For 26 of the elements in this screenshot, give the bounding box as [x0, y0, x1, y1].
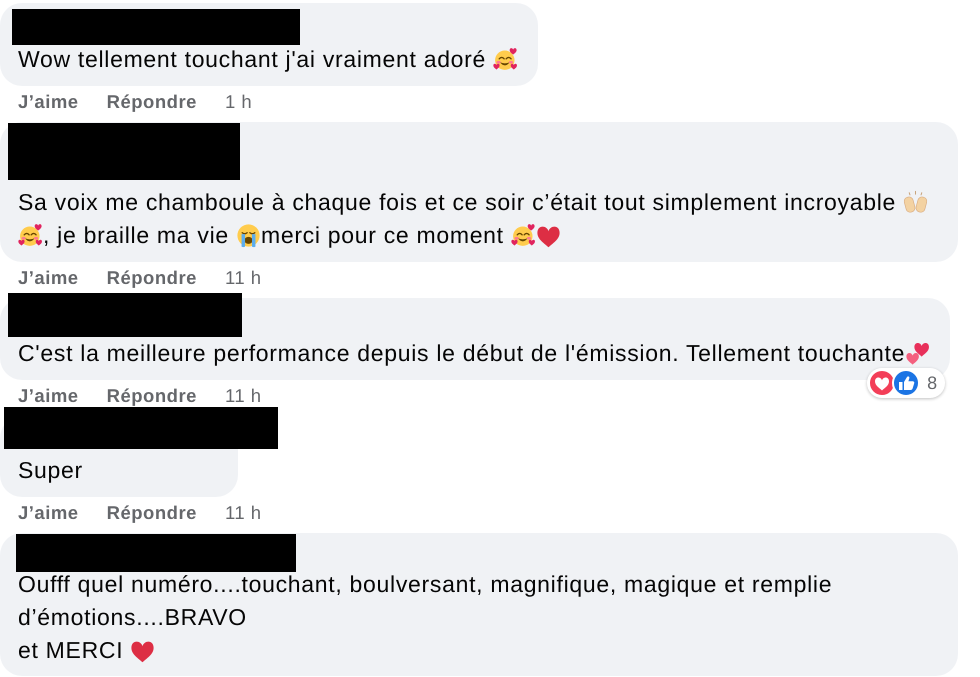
raised-hands-icon: [903, 190, 928, 215]
comment-time: 11 h: [224, 386, 262, 406]
reply-link[interactable]: Répondre: [106, 503, 197, 523]
like-link[interactable]: J’aime: [18, 386, 79, 406]
reaction-count: 8: [927, 372, 938, 394]
crying-face-icon: [236, 223, 261, 248]
reply-link[interactable]: Répondre: [106, 268, 197, 288]
comment-text: Oufff quel numéro....touchant, boulversant, magnifique, magique et remplie d’émotions....BRAVO et MERCI: [18, 570, 834, 665]
reactions-badge[interactable]: 8: [867, 368, 946, 398]
comment-text: Super: [18, 456, 84, 485]
reply-link[interactable]: Répondre: [106, 386, 197, 406]
like-link[interactable]: J’aime: [18, 268, 79, 288]
comment-time: 11 h: [224, 268, 262, 288]
smiling-face-hearts-icon: [493, 47, 518, 72]
comment-time: 11 h: [224, 503, 262, 523]
like-link[interactable]: J’aime: [18, 503, 79, 523]
thumbs-up-icon: [892, 369, 920, 397]
like-link[interactable]: J’aime: [18, 92, 79, 112]
smiling-face-hearts-icon: [510, 223, 536, 248]
two-hearts-icon: [905, 341, 930, 366]
smiling-face-hearts-icon: [18, 223, 43, 248]
reply-link[interactable]: Répondre: [106, 92, 197, 112]
comment-time: 1 h: [224, 92, 252, 112]
comment-text: Sa voix me chamboule à chaque fois et ce soir c’était tout simplement incroyable , je braille ma vie merci pour ce moment: [18, 186, 938, 252]
comment-text: C'est la meilleure performance depuis le début de l'émission. Tellement touchante: [18, 337, 930, 370]
comment-text: Wow tellement touchant j'ai vraiment adoré: [18, 43, 518, 76]
